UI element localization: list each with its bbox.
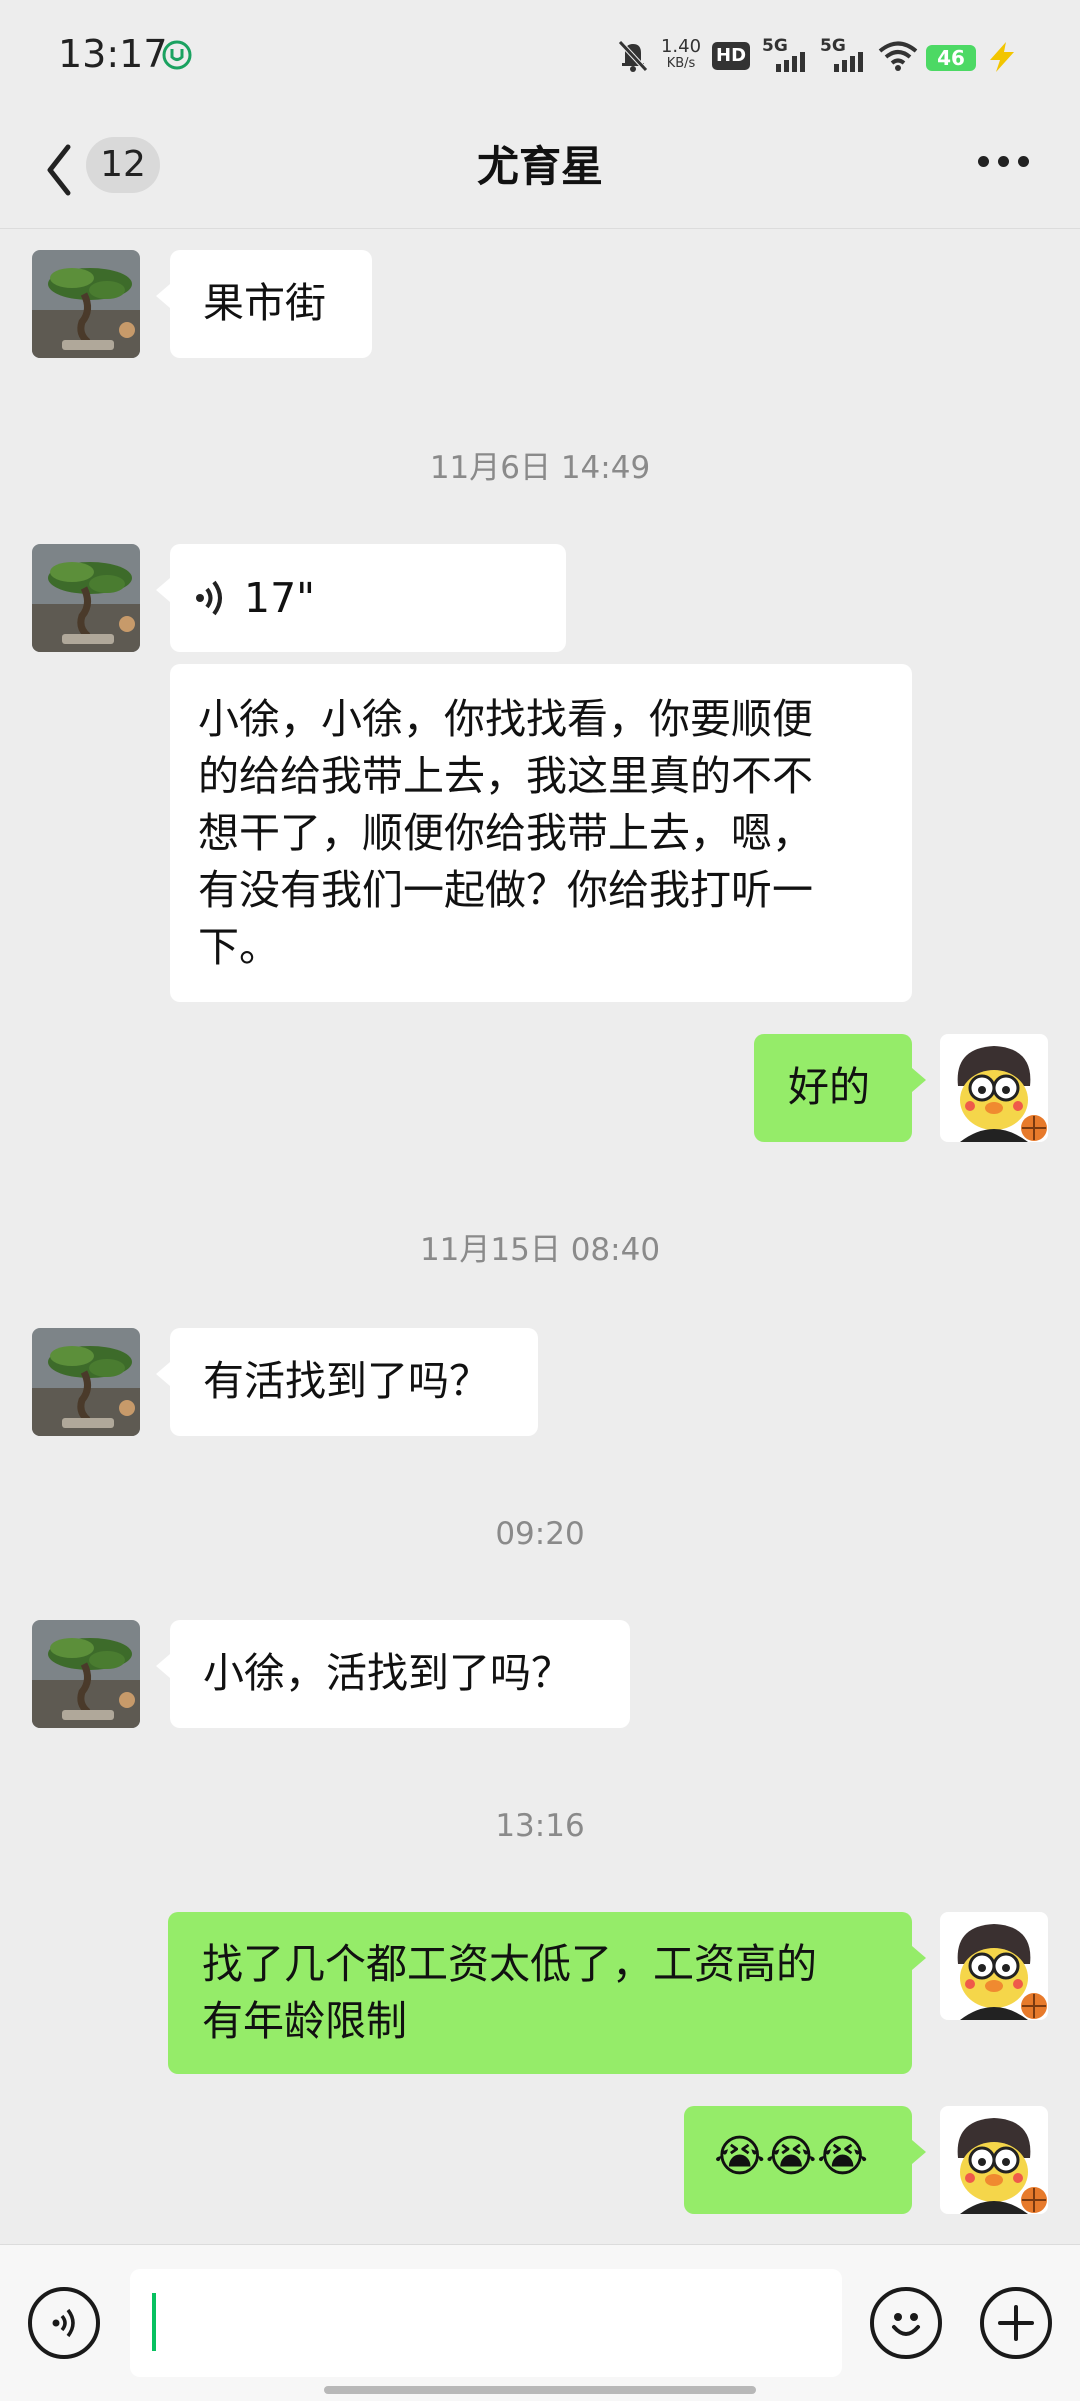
- contact-avatar[interactable]: [32, 1620, 140, 1728]
- my-avatar[interactable]: [940, 1912, 1048, 2020]
- contact-avatar[interactable]: [32, 544, 140, 652]
- more-options-icon[interactable]: [978, 156, 1030, 170]
- voice-transcript-bubble[interactable]: 小徐，小徐，你找找看，你要顺便 的给给我带上去，我这里真的不不 想干了，顺便你给…: [170, 664, 912, 1002]
- crying-laughing-emoji: 😭😭😭: [714, 2131, 869, 2182]
- wifi-icon: [878, 41, 918, 71]
- smiley-icon: [892, 2313, 920, 2336]
- signal-5g-icon: 5G: [760, 36, 810, 76]
- hd-icon: HD: [712, 42, 751, 70]
- mute-bell-icon: [618, 40, 648, 72]
- chat-title: 尤育星: [476, 142, 603, 191]
- app-notification-icon: [162, 40, 192, 70]
- status-time: 13:17: [58, 32, 168, 76]
- signal-5g-icon: 5G: [818, 36, 868, 76]
- home-indicator[interactable]: [324, 2386, 756, 2394]
- more-functions-button[interactable]: [980, 2287, 1052, 2359]
- charging-icon: [990, 42, 1014, 72]
- text-cursor: [152, 2293, 156, 2351]
- status-bar: 13:17 1.40 KB/s HD 5G 5G 46: [0, 0, 1080, 110]
- contact-avatar[interactable]: [32, 1328, 140, 1436]
- battery-icon: 46: [926, 45, 976, 71]
- my-avatar[interactable]: [940, 1034, 1048, 1142]
- message-input[interactable]: [130, 2269, 842, 2377]
- message-bubble-outgoing[interactable]: 找了几个都工资太低了，工资高的 有年龄限制: [168, 1912, 926, 2074]
- voice-wave-icon: [196, 580, 222, 616]
- my-avatar[interactable]: [940, 2106, 1048, 2214]
- emoji-button[interactable]: [870, 2287, 942, 2359]
- message-bubble-incoming[interactable]: 小徐，活找到了吗？: [156, 1620, 630, 1728]
- voice-duration: 17": [244, 574, 316, 622]
- message-bubble-outgoing[interactable]: 好的: [754, 1034, 926, 1142]
- voice-input-button[interactable]: [28, 2287, 100, 2359]
- message-timestamp: 11月15日 08:40: [419, 1232, 661, 1268]
- net-speed: 1.40 KB/s: [660, 36, 702, 72]
- input-bar: [0, 2244, 1080, 2401]
- message-bubble-incoming[interactable]: 有活找到了吗？: [156, 1328, 538, 1436]
- message-timestamp: 11月6日 14:49: [429, 450, 651, 486]
- message-bubble-outgoing[interactable]: 😭😭😭: [684, 2106, 926, 2214]
- voice-message-bubble[interactable]: 17": [156, 544, 566, 652]
- contact-avatar[interactable]: [32, 250, 140, 358]
- plus-icon: [998, 2305, 1034, 2341]
- voice-icon: [52, 2308, 75, 2338]
- chat-header: 12 尤育星: [0, 110, 1080, 229]
- message-timestamp: 09:20: [495, 1516, 585, 1552]
- message-bubble-incoming[interactable]: 果市街: [156, 250, 372, 358]
- message-timestamp: 13:16: [495, 1808, 585, 1844]
